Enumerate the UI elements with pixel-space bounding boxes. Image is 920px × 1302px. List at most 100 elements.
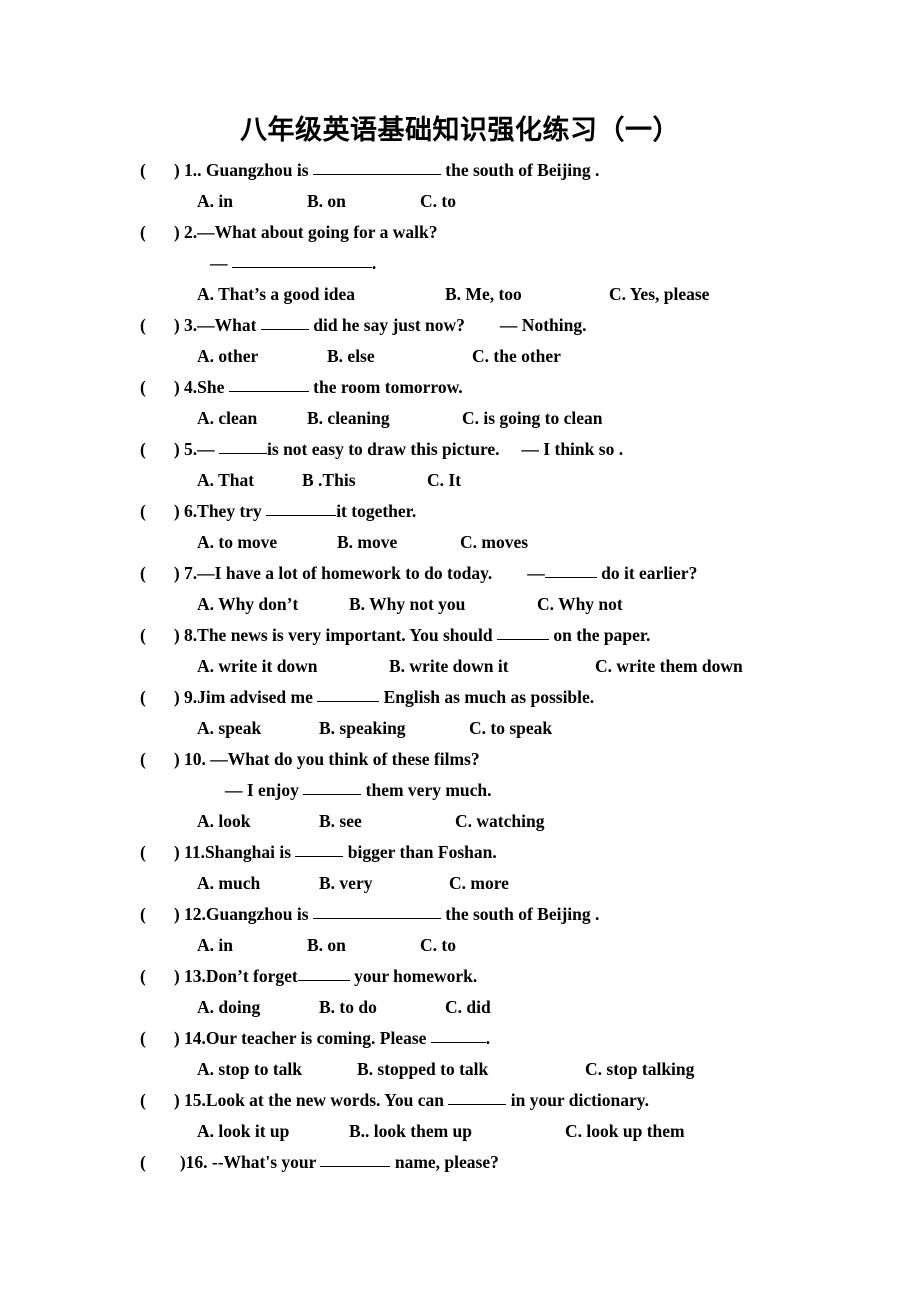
option-c[interactable]: C. look up them xyxy=(565,1116,685,1147)
option-c[interactable]: C. is going to clean xyxy=(462,403,603,434)
question-stem-line: () 2.—What about going for a walk? xyxy=(0,217,920,248)
question-number: 12. xyxy=(179,904,206,924)
option-a[interactable]: A. look it up xyxy=(197,1116,289,1147)
option-a[interactable]: A. much xyxy=(197,868,260,899)
option-a[interactable]: A. That’s a good idea xyxy=(197,279,355,310)
option-c[interactable]: C. Why not xyxy=(537,589,623,620)
answer-blank[interactable] xyxy=(496,625,549,640)
option-a[interactable]: A. stop to talk xyxy=(197,1054,302,1085)
option-b[interactable]: B. to do xyxy=(319,992,377,1023)
answer-blank[interactable] xyxy=(297,966,350,981)
question-stem-line: () 9.Jim advised me English as much as p… xyxy=(0,682,920,713)
question-text-pre: — xyxy=(197,439,220,459)
answer-blank[interactable] xyxy=(448,1090,507,1105)
option-b[interactable]: B. Why not you xyxy=(349,589,465,620)
answer-blank[interactable] xyxy=(544,563,597,578)
option-b[interactable]: B. very xyxy=(319,868,372,899)
option-c[interactable]: C. did xyxy=(445,992,491,1023)
answer-paren-open: ( xyxy=(140,966,146,986)
option-c[interactable]: C. stop talking xyxy=(585,1054,694,1085)
question-stem-line: ()16. --What's your name, please? xyxy=(0,1147,920,1178)
answer-paren-open: ( xyxy=(140,1028,146,1048)
question-number: 7. xyxy=(179,563,198,583)
option-c[interactable]: C. moves xyxy=(460,527,528,558)
answer-blank[interactable] xyxy=(260,315,309,330)
answer-paren-open: ( xyxy=(140,1090,146,1110)
answer-paren-open: ( xyxy=(140,687,146,707)
question-number: 3. xyxy=(179,315,198,335)
question-number: 16. xyxy=(185,1152,208,1172)
option-b[interactable]: B. stopped to talk xyxy=(357,1054,488,1085)
answer-blank[interactable] xyxy=(320,1152,391,1167)
question-options-line: A. write it down B. write down it C. write… xyxy=(0,651,920,682)
question-text-pre: Shanghai is xyxy=(204,842,296,862)
question-text-pre: The news is very important. You should xyxy=(197,625,497,645)
question-options-line: A. speak B. speaking C. to speak xyxy=(0,713,920,744)
answer-paren-open: ( xyxy=(140,625,146,645)
option-b[interactable]: B.. look them up xyxy=(349,1116,472,1147)
option-b[interactable]: B. on xyxy=(307,930,346,961)
answer-blank[interactable] xyxy=(219,439,268,454)
question-number: 2. xyxy=(179,222,198,242)
question-text-post: the room tomorrow. xyxy=(308,377,463,397)
option-b[interactable]: B. move xyxy=(337,527,397,558)
option-a[interactable]: A. look xyxy=(197,806,250,837)
option-a[interactable]: A. in xyxy=(197,930,233,961)
answer-blank[interactable] xyxy=(430,1028,486,1043)
question-text-pre: --What's your xyxy=(207,1152,321,1172)
question-number: 10. xyxy=(179,749,206,769)
option-b[interactable]: B. cleaning xyxy=(307,403,390,434)
option-c[interactable]: C. to xyxy=(420,186,456,217)
question-text-pre: Our teacher is coming. Please xyxy=(205,1028,431,1048)
question-number: 14. xyxy=(179,1028,206,1048)
question-number: 11. xyxy=(179,842,205,862)
question-stem-line: () 3.—What did he say just now? — Nothin… xyxy=(0,310,920,341)
option-c[interactable]: C. Yes, please xyxy=(609,279,709,310)
option-a[interactable]: A. clean xyxy=(197,403,257,434)
answer-blank[interactable] xyxy=(228,377,309,392)
option-a[interactable]: A. write it down xyxy=(197,651,318,682)
question-stem-line: () 13.Don’t forget your homework. xyxy=(0,961,920,992)
option-b[interactable]: B. else xyxy=(327,341,375,372)
question-text-pre: They try xyxy=(197,501,267,521)
option-c[interactable]: C. the other xyxy=(472,341,561,372)
question-options-line: A. look it up B.. look them up C. look up … xyxy=(0,1116,920,1147)
option-c[interactable]: C. to xyxy=(420,930,456,961)
answer-paren-open: ( xyxy=(140,842,146,862)
question-continuation-line: — . xyxy=(0,248,920,279)
question-stem-line: () 12.Guangzhou is the south of Beijing … xyxy=(0,899,920,930)
answer-blank[interactable] xyxy=(312,904,441,919)
option-c[interactable]: C. more xyxy=(449,868,509,899)
option-c[interactable]: C. watching xyxy=(455,806,544,837)
question-number: 8. xyxy=(179,625,198,645)
answer-blank[interactable] xyxy=(295,842,344,857)
question-text-pre: —What do you think of these films? xyxy=(205,749,480,769)
question-options-line: A. look B. see C. watching xyxy=(0,806,920,837)
option-a[interactable]: A. other xyxy=(197,341,258,372)
option-a[interactable]: A. speak xyxy=(197,713,261,744)
option-b[interactable]: B. write down it xyxy=(389,651,509,682)
answer-blank[interactable] xyxy=(303,780,362,795)
option-b[interactable]: B. on xyxy=(307,186,346,217)
option-a[interactable]: A. Why don’t xyxy=(197,589,298,620)
option-a[interactable]: A. to move xyxy=(197,527,277,558)
answer-blank[interactable] xyxy=(317,687,380,702)
answer-blank[interactable] xyxy=(231,253,372,268)
option-b[interactable]: B. speaking xyxy=(319,713,406,744)
option-a[interactable]: A. That xyxy=(197,465,254,496)
option-c[interactable]: C. write them down xyxy=(595,651,743,682)
question-text-pre: Jim advised me xyxy=(197,687,318,707)
question-text-post: is not easy to draw this picture. — I th… xyxy=(267,439,624,459)
option-b[interactable]: B. see xyxy=(319,806,362,837)
option-a[interactable]: A. doing xyxy=(197,992,260,1023)
answer-blank[interactable] xyxy=(266,501,337,516)
question-text-pre: —What about going for a walk? xyxy=(197,222,438,242)
option-c[interactable]: C. to speak xyxy=(469,713,552,744)
option-a[interactable]: A. in xyxy=(197,186,233,217)
option-b[interactable]: B. Me, too xyxy=(445,279,522,310)
option-c[interactable]: C. It xyxy=(427,465,461,496)
question-text-pre: —What xyxy=(197,315,261,335)
question-text-post: the south of Beijing . xyxy=(440,904,600,924)
option-b[interactable]: B .This xyxy=(302,465,356,496)
answer-blank[interactable] xyxy=(312,160,441,175)
